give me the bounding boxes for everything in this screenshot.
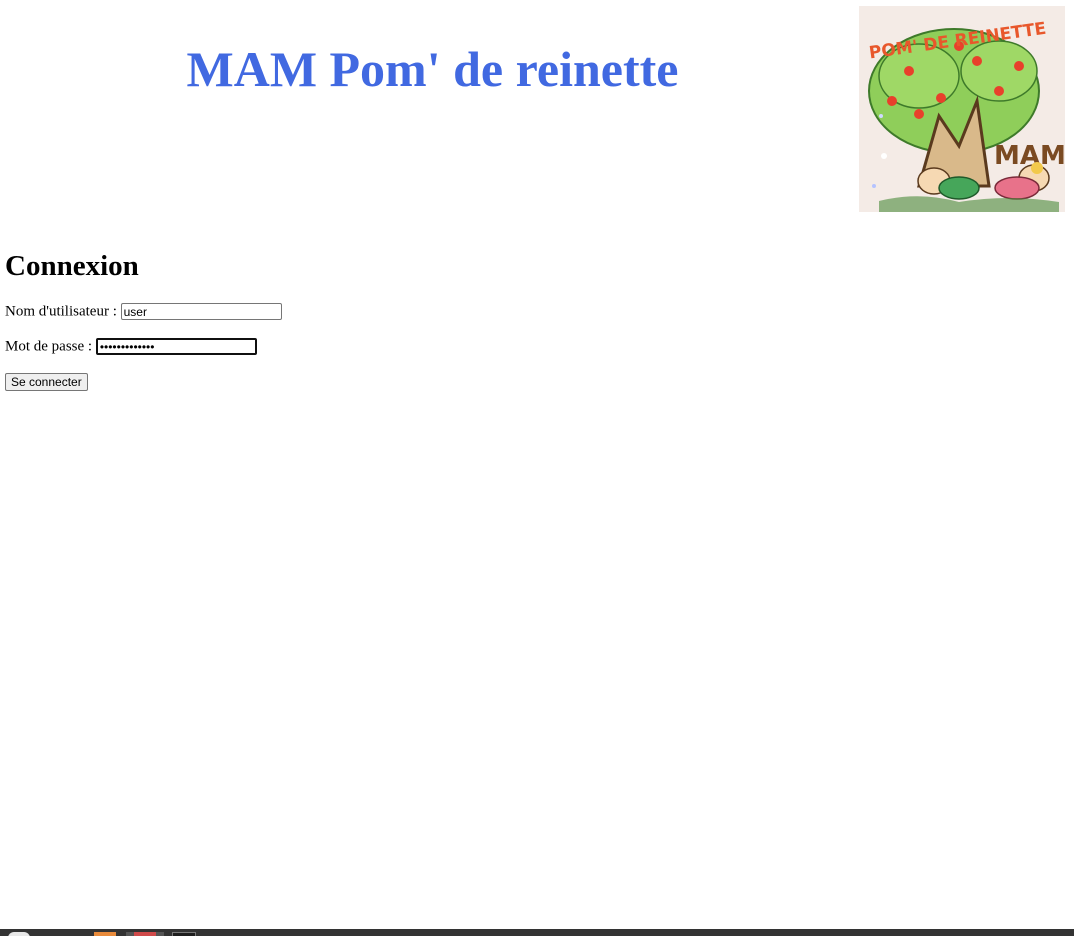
password-row: Mot de passe : xyxy=(5,337,257,356)
page-header: MAM Pom' de reinette MAM POM' DE REINETT… xyxy=(0,0,1074,215)
username-field[interactable] xyxy=(120,303,282,321)
username-row: Nom d'utilisateur : xyxy=(5,302,282,321)
logo-illustration: MAM POM' DE REINETTE xyxy=(859,6,1065,212)
start-icon[interactable] xyxy=(8,932,30,936)
logo-image: MAM POM' DE REINETTE xyxy=(859,6,1065,212)
app-icon-terminal[interactable] xyxy=(172,932,196,936)
login-section: Connexion Nom d'utilisateur : Mot de pas… xyxy=(5,246,605,391)
password-field[interactable] xyxy=(95,338,257,356)
site-title: MAM Pom' de reinette xyxy=(186,41,679,97)
password-label: Mot de passe : xyxy=(5,338,93,355)
app-icon-orange[interactable] xyxy=(94,932,116,936)
app-icon-red xyxy=(134,932,156,936)
username-label: Nom d'utilisateur : xyxy=(5,303,117,320)
login-button[interactable]: Se connecter xyxy=(5,373,88,391)
login-heading: Connexion xyxy=(5,250,139,282)
active-app-button[interactable] xyxy=(126,932,164,936)
taskbar xyxy=(0,929,1074,936)
